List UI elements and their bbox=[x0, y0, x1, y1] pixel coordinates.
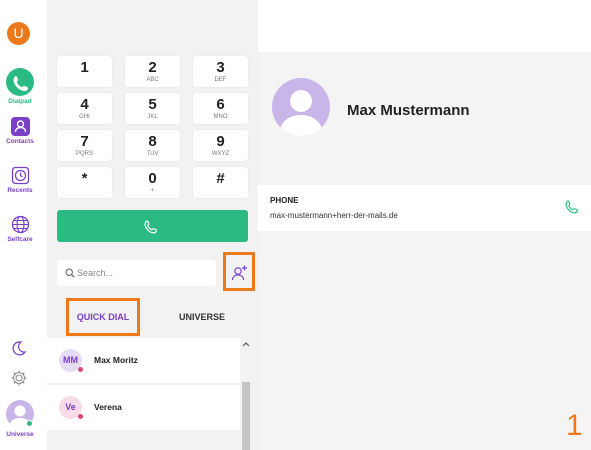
dial-key-5[interactable]: 5 JKL bbox=[125, 93, 180, 124]
chevron-up-icon bbox=[242, 342, 250, 347]
clock-icon bbox=[11, 166, 30, 185]
call-contact-button[interactable] bbox=[564, 199, 580, 220]
add-contact-icon bbox=[231, 265, 247, 281]
sidebar-item-label: Dialpad bbox=[8, 98, 32, 105]
status-dot bbox=[78, 414, 83, 419]
dial-key-star[interactable]: * bbox=[57, 167, 112, 198]
contacts-icon bbox=[10, 117, 30, 136]
online-status-dot bbox=[26, 420, 33, 427]
status-dot bbox=[78, 367, 83, 372]
dial-key-2[interactable]: 2 ABC bbox=[125, 56, 180, 87]
contact-name: Max Moritz bbox=[94, 355, 138, 365]
user-avatar-icon bbox=[279, 90, 323, 136]
call-button[interactable] bbox=[57, 210, 248, 242]
phone-card: PHONE max-mustermann+herr-der-mails.de bbox=[258, 185, 591, 231]
list-item[interactable]: Ve Verena bbox=[47, 385, 240, 430]
sidebar-item-dialpad[interactable]: Dialpad bbox=[0, 68, 40, 105]
user-profile-label: Universe bbox=[6, 431, 34, 438]
settings-button[interactable] bbox=[9, 368, 29, 388]
dial-key-8[interactable]: 8 TUV bbox=[125, 130, 180, 161]
quick-dial-list: MM Max Moritz Ve Verena bbox=[47, 338, 258, 450]
phone-label: PHONE bbox=[270, 196, 299, 205]
sidebar-nav: U Dialpad Contacts Recents Selfcare Univ… bbox=[0, 0, 40, 450]
sidebar-item-recents[interactable]: Recents bbox=[0, 166, 40, 194]
scroll-up-button[interactable] bbox=[240, 340, 252, 350]
contact-name: Verena bbox=[94, 402, 122, 412]
scrollbar-thumb[interactable] bbox=[242, 382, 250, 450]
avatar bbox=[6, 400, 34, 428]
phone-icon bbox=[144, 220, 158, 234]
dial-key-3[interactable]: 3 DEF bbox=[193, 56, 248, 87]
list-item[interactable]: MM Max Moritz bbox=[47, 338, 240, 383]
scrollbar[interactable] bbox=[240, 338, 252, 450]
phone-icon bbox=[565, 200, 579, 214]
globe-icon bbox=[11, 215, 30, 234]
gear-icon bbox=[11, 370, 27, 386]
sidebar-item-selfcare[interactable]: Selfcare bbox=[0, 215, 40, 243]
moon-icon bbox=[12, 341, 27, 356]
dial-key-hash[interactable]: # bbox=[193, 167, 248, 198]
add-contact-button[interactable] bbox=[223, 252, 255, 291]
dial-key-4[interactable]: 4 GHI bbox=[57, 93, 112, 124]
dial-key-1[interactable]: 1 bbox=[57, 56, 112, 87]
sidebar-item-label: Recents bbox=[7, 187, 33, 194]
contact-detail: Max Mustermann PHONE max-mustermann+herr… bbox=[258, 52, 591, 450]
phone-icon bbox=[6, 68, 34, 96]
user-profile-button[interactable]: Universe bbox=[0, 400, 40, 438]
search-box bbox=[57, 260, 216, 286]
dial-key-6[interactable]: 6 MNO bbox=[193, 93, 248, 124]
search-icon bbox=[65, 268, 75, 278]
sidebar-item-label: Selfcare bbox=[7, 236, 33, 243]
sidebar-item-label: Contacts bbox=[6, 138, 34, 145]
contact-name-heading: Max Mustermann bbox=[347, 102, 470, 119]
dialpad-panel: 1 2 ABC 3 DEF 4 GHI 5 JKL 6 MNO 7 PQRS 8 TUV 9W… bbox=[47, 0, 258, 450]
search-input[interactable] bbox=[77, 264, 207, 282]
step-marker: 1 bbox=[566, 409, 583, 442]
phone-value[interactable]: max-mustermann+herr-der-mails.de bbox=[270, 211, 398, 220]
sidebar-item-contacts[interactable]: Contacts bbox=[0, 117, 40, 145]
dark-mode-toggle[interactable] bbox=[9, 338, 29, 358]
tab-universe[interactable]: UNIVERSE bbox=[157, 298, 247, 336]
tab-quick-dial[interactable]: QUICK DIAL bbox=[66, 298, 140, 336]
app-logo: U bbox=[7, 22, 30, 45]
dial-key-7[interactable]: 7 PQRS bbox=[57, 130, 112, 161]
app-window: U Dialpad Contacts Recents Selfcare Univ… bbox=[0, 0, 591, 450]
dial-key-9[interactable]: 9 WXYZ bbox=[193, 130, 248, 161]
contact-avatar-large bbox=[272, 78, 330, 136]
dial-key-0[interactable]: 0 + bbox=[125, 167, 180, 198]
